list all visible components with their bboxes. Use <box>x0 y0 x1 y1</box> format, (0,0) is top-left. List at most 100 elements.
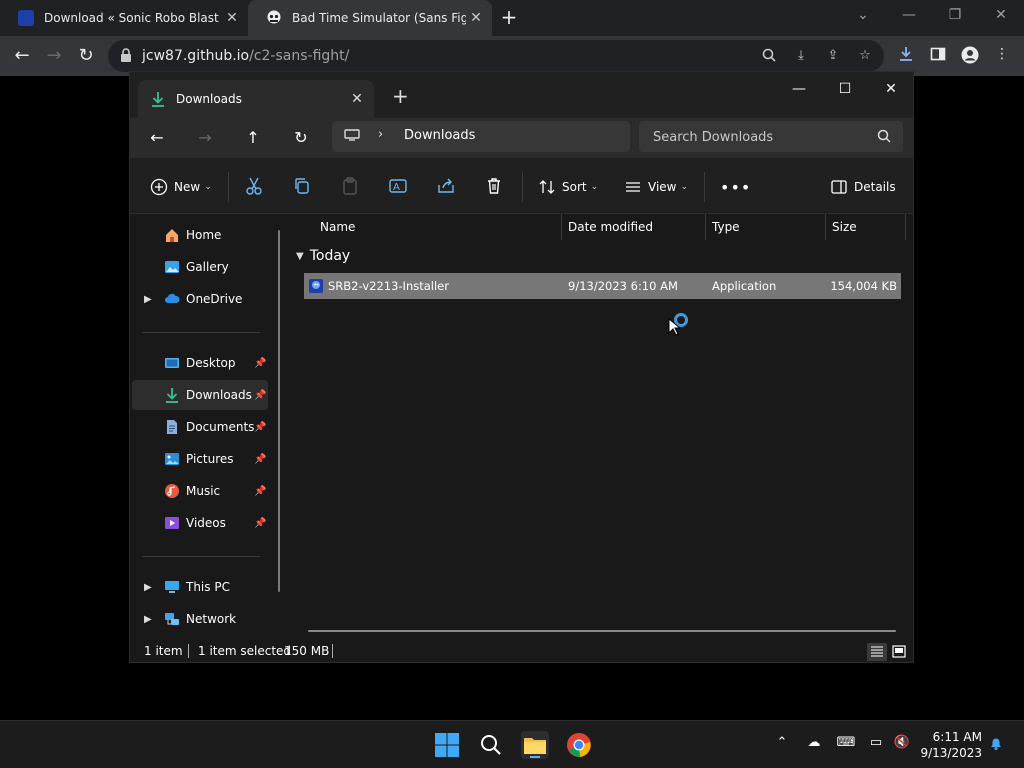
pin-icon[interactable]: 📌 <box>254 486 266 497</box>
paste-icon[interactable] <box>340 176 360 196</box>
divider <box>142 332 260 333</box>
close-tab-icon[interactable]: ✕ <box>466 10 486 26</box>
minimize-icon[interactable]: — <box>886 0 932 30</box>
breadcrumb-segment[interactable]: Downloads <box>404 128 475 143</box>
browser-tab-sans[interactable]: Bad Time Simulator (Sans Fight) ✕ <box>248 0 492 36</box>
maximize-icon[interactable]: ☐ <box>822 76 868 102</box>
refresh-icon[interactable]: ↻ <box>290 126 312 150</box>
sidebar-item-gallery[interactable]: Gallery <box>132 252 268 282</box>
details-label: Details <box>854 180 896 194</box>
column-header-type[interactable]: Type <box>712 220 740 234</box>
bookmark-star-icon[interactable]: ☆ <box>856 48 874 66</box>
search-icon[interactable] <box>760 48 778 66</box>
side-panel-icon[interactable] <box>928 46 948 66</box>
onedrive-status-icon[interactable]: ☁ <box>804 735 824 755</box>
browser-tab-srb2[interactable]: Download « Sonic Robo Blast 2 – ✕ <box>0 0 248 36</box>
new-button[interactable]: New ⌄ <box>150 176 212 198</box>
profile-avatar-icon[interactable] <box>960 46 980 66</box>
keyboard-icon[interactable]: ⌨ <box>836 735 856 755</box>
chevron-right-icon[interactable]: ▶ <box>144 614 152 625</box>
rename-icon[interactable]: A <box>388 176 408 196</box>
pin-icon[interactable]: 📌 <box>254 390 266 401</box>
close-window-icon[interactable]: ✕ <box>868 76 914 102</box>
search-icon[interactable] <box>477 731 505 759</box>
clock-time: 6:11 AM <box>932 730 982 744</box>
explorer-tab-downloads[interactable]: Downloads ✕ <box>138 80 374 118</box>
back-icon[interactable]: ← <box>10 44 34 68</box>
delete-icon[interactable] <box>484 176 504 196</box>
chevron-right-icon[interactable]: ▶ <box>144 582 152 593</box>
file-explorer-taskbar-icon[interactable] <box>521 731 549 759</box>
copy-icon[interactable] <box>292 176 312 196</box>
pin-icon[interactable]: 📌 <box>254 518 266 529</box>
sidebar-item-home[interactable]: Home <box>132 220 268 250</box>
address-bar[interactable]: jcw87.github.io/c2-sans-fight/ ⤓ ⇪ ☆ <box>108 40 884 72</box>
minimize-icon[interactable]: — <box>776 76 822 102</box>
share-icon[interactable]: ⇪ <box>824 48 842 66</box>
close-tab-icon[interactable]: ✕ <box>346 91 368 107</box>
sort-button[interactable]: Sort ⌄ <box>538 176 598 198</box>
search-input[interactable] <box>653 127 863 147</box>
close-window-icon[interactable]: ✕ <box>978 0 1024 30</box>
column-divider[interactable] <box>905 214 906 240</box>
pin-icon[interactable]: 📌 <box>254 358 266 369</box>
chrome-icon[interactable] <box>565 731 593 759</box>
volume-muted-icon[interactable]: 🔇 <box>892 735 912 755</box>
table-row[interactable]: SRB2-v2213-Installer 9/13/2023 6:10 AM A… <box>304 273 901 299</box>
sidebar-item-pictures[interactable]: Pictures 📌 <box>132 444 268 474</box>
music-icon <box>165 484 179 498</box>
up-icon[interactable]: ↑ <box>242 126 264 150</box>
reload-icon[interactable]: ↻ <box>74 44 98 68</box>
search-box[interactable] <box>639 121 903 152</box>
new-explorer-tab-button[interactable]: + <box>392 84 409 108</box>
pin-icon[interactable]: 📌 <box>254 454 266 465</box>
sidebar-item-network[interactable]: ▶ Network <box>132 604 268 634</box>
column-header-name[interactable]: Name <box>320 220 355 234</box>
plus-circle-icon <box>150 178 168 196</box>
view-button[interactable]: View ⌄ <box>624 176 688 198</box>
breadcrumb[interactable]: › Downloads <box>332 121 630 152</box>
column-header-size[interactable]: Size <box>832 220 857 234</box>
install-app-icon[interactable]: ⤓ <box>792 48 810 66</box>
new-tab-button[interactable]: + <box>498 6 520 28</box>
chevron-up-icon[interactable]: ⌃ <box>772 735 792 755</box>
system-clock[interactable]: 6:11 AM 9/13/2023 <box>910 729 982 761</box>
downloads-icon[interactable] <box>896 46 916 66</box>
sidebar-scrollbar[interactable] <box>278 230 280 592</box>
sidebar-item-onedrive[interactable]: ▶ OneDrive <box>132 284 268 314</box>
menu-kebab-icon[interactable]: ⋮ <box>992 46 1012 66</box>
network-status-icon[interactable]: ▭ <box>866 735 886 755</box>
back-icon[interactable]: ← <box>146 126 168 150</box>
column-divider[interactable] <box>705 214 706 240</box>
tiles-view-icon[interactable] <box>889 643 909 661</box>
sidebar-item-music[interactable]: Music 📌 <box>132 476 268 506</box>
sidebar-item-label: Videos <box>186 516 226 530</box>
share-icon[interactable] <box>436 176 456 196</box>
sidebar-item-label: Gallery <box>186 260 229 274</box>
sidebar-item-documents[interactable]: Documents 📌 <box>132 412 268 442</box>
sidebar-item-this-pc[interactable]: ▶ This PC <box>132 572 268 602</box>
sidebar-item-desktop[interactable]: Desktop 📌 <box>132 348 268 378</box>
forward-icon[interactable]: → <box>194 126 216 150</box>
pin-icon[interactable]: 📌 <box>254 422 266 433</box>
column-divider[interactable] <box>825 214 826 240</box>
details-view-icon[interactable] <box>867 643 887 661</box>
divider <box>704 172 705 202</box>
restore-icon[interactable]: ❐ <box>932 0 978 30</box>
chevron-down-icon: ⌄ <box>204 182 212 192</box>
column-header-date[interactable]: Date modified <box>568 220 653 234</box>
cut-icon[interactable] <box>244 176 264 196</box>
details-button[interactable]: Details <box>830 176 896 198</box>
horizontal-scrollbar[interactable] <box>308 630 896 632</box>
close-tab-icon[interactable]: ✕ <box>222 10 242 26</box>
sidebar-item-videos[interactable]: Videos 📌 <box>132 508 268 538</box>
sidebar-item-downloads[interactable]: Downloads 📌 <box>132 380 268 410</box>
notification-bell-icon[interactable] <box>986 735 1006 755</box>
more-options-icon[interactable]: ••• <box>720 176 751 198</box>
forward-icon[interactable]: → <box>42 44 66 68</box>
tab-search-icon[interactable]: ⌄ <box>840 0 886 30</box>
windows-start-icon[interactable] <box>433 731 461 759</box>
group-header-today[interactable]: ▼ Today <box>296 248 350 264</box>
column-divider[interactable] <box>561 214 562 240</box>
chevron-right-icon[interactable]: ▶ <box>144 294 152 305</box>
